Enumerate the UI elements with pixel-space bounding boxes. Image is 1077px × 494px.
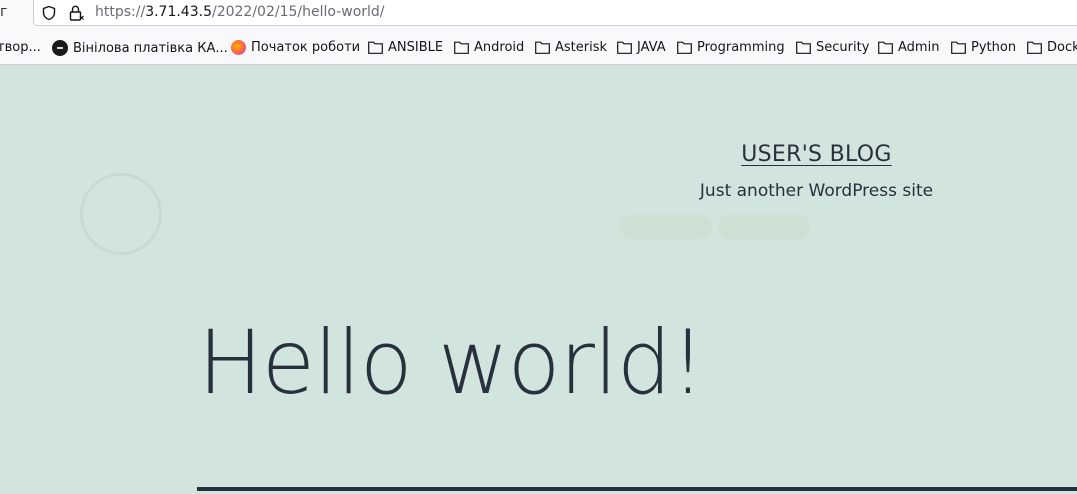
url-path: /2022/02/15/hello-world/ bbox=[211, 4, 385, 20]
url-scheme: https:// bbox=[95, 4, 146, 20]
faded-background-element bbox=[620, 215, 712, 239]
bookmark-folder[interactable]: Programming bbox=[677, 40, 785, 55]
folder-icon bbox=[454, 41, 469, 54]
browser-toolbar: г https://3.71.43.5/2022/02/15/hello-wor… bbox=[0, 0, 1077, 65]
bookmark-label: Початок роботи bbox=[251, 40, 361, 55]
bookmark-folder[interactable]: Security bbox=[796, 40, 869, 55]
bookmark-folder[interactable]: Admin bbox=[878, 40, 939, 55]
folder-icon bbox=[677, 41, 692, 54]
folder-icon bbox=[796, 41, 811, 54]
bookmark-label: Dock bbox=[1047, 40, 1077, 55]
bookmark-folder[interactable]: Android bbox=[454, 40, 524, 55]
lock-icon[interactable] bbox=[67, 4, 85, 22]
folder-icon bbox=[617, 41, 632, 54]
site-description: Just another WordPress site bbox=[699, 181, 934, 201]
dark-circle-icon bbox=[52, 40, 68, 56]
bookmark-item[interactable]: Початок роботи bbox=[231, 40, 360, 55]
bookmarks-bar: твор... Вінілова платівка КА... Початок … bbox=[0, 36, 1077, 62]
bookmark-label: Python bbox=[971, 40, 1017, 55]
bookmark-label: твор... bbox=[0, 40, 41, 55]
page-content: USER'S BLOG Just another WordPress site … bbox=[0, 65, 1077, 494]
url-host: 3.71.43.5 bbox=[145, 4, 212, 20]
bookmark-label: ANSIBLE bbox=[388, 40, 444, 55]
bookmark-item[interactable]: твор... bbox=[0, 40, 41, 55]
bookmark-label: Asterisk bbox=[555, 40, 608, 55]
faded-background-element bbox=[718, 215, 810, 239]
site-title-link[interactable]: USER'S BLOG bbox=[0, 142, 1077, 167]
folder-icon bbox=[1027, 41, 1042, 54]
bookmark-label: Android bbox=[474, 40, 525, 55]
left-edge-glyph: г bbox=[0, 4, 8, 20]
bookmark-item[interactable]: Вінілова платівка КА... bbox=[52, 40, 228, 56]
bookmark-folder[interactable]: ANSIBLE bbox=[368, 40, 443, 55]
folder-icon bbox=[951, 41, 966, 54]
bookmark-label: Programming bbox=[697, 40, 785, 55]
folder-icon bbox=[535, 41, 550, 54]
folder-icon bbox=[368, 41, 383, 54]
shield-icon[interactable] bbox=[41, 5, 57, 21]
post-title: Hello world! bbox=[198, 311, 705, 414]
bookmark-label: Admin bbox=[898, 40, 940, 55]
bookmark-folder[interactable]: JAVA bbox=[617, 40, 666, 55]
bookmark-label: Вінілова платівка КА... bbox=[73, 40, 228, 56]
firefox-icon bbox=[231, 40, 246, 55]
url-text[interactable]: https://3.71.43.5/2022/02/15/hello-world… bbox=[95, 4, 385, 20]
bookmark-folder[interactable]: Dock bbox=[1027, 40, 1077, 55]
bookmark-folder[interactable]: Python bbox=[951, 40, 1016, 55]
bookmark-label: JAVA bbox=[637, 40, 666, 55]
address-bar-row: г https://3.71.43.5/2022/02/15/hello-wor… bbox=[0, 0, 1077, 29]
bookmark-label: Security bbox=[816, 40, 870, 55]
folder-icon bbox=[878, 41, 893, 54]
bookmark-folder[interactable]: Asterisk bbox=[535, 40, 607, 55]
title-separator bbox=[197, 487, 1077, 491]
